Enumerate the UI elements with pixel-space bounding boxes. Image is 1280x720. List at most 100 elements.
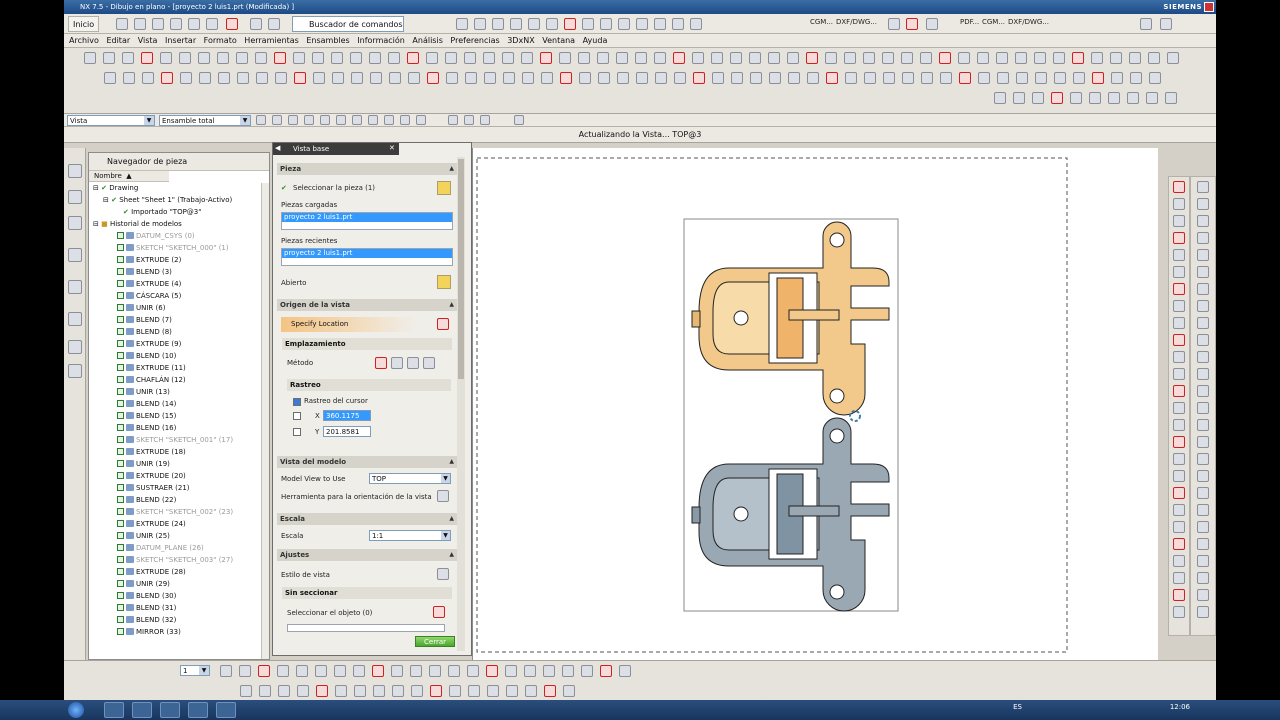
curve-tool-icon[interactable] — [1173, 215, 1185, 227]
drafting-tool-icon[interactable] — [692, 52, 704, 64]
menu-herramientas[interactable]: Herramientas — [244, 34, 299, 48]
drafting-tool-icon[interactable] — [920, 52, 932, 64]
annotation-tool-icon[interactable] — [1035, 72, 1047, 84]
curve-tool-icon[interactable] — [1173, 487, 1185, 499]
drafting-tool-icon[interactable] — [483, 52, 495, 64]
utility-tool-icon[interactable] — [1089, 92, 1101, 104]
drafting-tool-icon[interactable] — [103, 52, 115, 64]
annotation-tool-icon[interactable] — [655, 72, 667, 84]
part-navigator-icon[interactable] — [68, 216, 82, 230]
drafting-tool-icon[interactable] — [217, 52, 229, 64]
view-tool-icon[interactable] — [1197, 232, 1209, 244]
collapse-icon[interactable]: ⊟ — [93, 220, 101, 228]
bottom-tool-icon[interactable] — [411, 685, 423, 697]
visibility-checkbox[interactable] — [117, 436, 124, 443]
annotation-tool-icon[interactable] — [731, 72, 743, 84]
close-window-button[interactable] — [1204, 2, 1214, 12]
new-file-icon[interactable] — [116, 18, 128, 30]
drafting-tool-icon[interactable] — [350, 52, 362, 64]
menu-3dxnx[interactable]: 3DxNX — [507, 34, 534, 48]
menu-preferencias[interactable]: Preferencias — [450, 34, 499, 48]
snap-quadrant-icon[interactable] — [336, 115, 346, 125]
drafting-tool-icon[interactable] — [787, 52, 799, 64]
snap-grid-icon[interactable] — [400, 115, 410, 125]
drafting-tool-icon[interactable] — [1129, 52, 1141, 64]
drafting-tool-icon[interactable] — [274, 52, 286, 64]
annotation-tool-icon[interactable] — [940, 72, 952, 84]
annotation-tool-icon[interactable] — [1092, 72, 1104, 84]
bottom-tool-icon[interactable] — [315, 665, 327, 677]
visibility-checkbox[interactable] — [117, 508, 124, 515]
feature-row[interactable]: BLEND (31) — [91, 602, 269, 614]
subsection-tracking[interactable]: Rastreo — [287, 379, 451, 391]
type-filter-select[interactable]: Vista ▼ — [67, 115, 155, 126]
feature-row[interactable]: UNIR (13) — [91, 386, 269, 398]
annotation-tool-icon[interactable] — [674, 72, 686, 84]
bottom-tool-icon[interactable] — [486, 665, 498, 677]
curve-tool-icon[interactable] — [1173, 606, 1185, 618]
tiff-export-icon[interactable] — [1140, 18, 1152, 30]
annotation-tool-icon[interactable] — [902, 72, 914, 84]
drafting-tool-icon[interactable] — [711, 52, 723, 64]
view-tool-icon[interactable] — [1197, 198, 1209, 210]
bottom-tool-icon[interactable] — [354, 685, 366, 697]
bottom-tool-icon[interactable] — [297, 685, 309, 697]
visibility-checkbox[interactable] — [117, 244, 124, 251]
menu-informacion[interactable]: Información — [357, 34, 405, 48]
drafting-tool-icon[interactable] — [730, 52, 742, 64]
recent-parts-list[interactable]: proyecto 2 luis1.prt — [281, 248, 453, 266]
drafting-tool-icon[interactable] — [844, 52, 856, 64]
visibility-checkbox[interactable] — [117, 352, 124, 359]
line-tool-icon[interactable] — [456, 18, 468, 30]
annotation-tool-icon[interactable] — [693, 72, 705, 84]
curve-tool-icon[interactable] — [1173, 521, 1185, 533]
visibility-checkbox[interactable] — [117, 232, 124, 239]
drafting-tool-icon[interactable] — [521, 52, 533, 64]
bottom-tool-icon[interactable] — [391, 665, 403, 677]
drafting-tool-icon[interactable] — [654, 52, 666, 64]
visibility-checkbox[interactable] — [117, 424, 124, 431]
curve-tool-icon[interactable] — [1173, 317, 1185, 329]
visibility-checkbox[interactable] — [117, 412, 124, 419]
bottom-tool-icon[interactable] — [392, 685, 404, 697]
snap-point-icon[interactable] — [384, 115, 394, 125]
bottom-tool-icon[interactable] — [448, 665, 460, 677]
curve-tool-icon[interactable] — [1173, 589, 1185, 601]
drafting-tool-icon[interactable] — [293, 52, 305, 64]
feature-row[interactable]: EXTRUDE (2) — [91, 254, 269, 266]
utility-tool-icon[interactable] — [1146, 92, 1158, 104]
annotation-tool-icon[interactable] — [826, 72, 838, 84]
curve-tool-icon[interactable] — [1173, 249, 1185, 261]
menu-insertar[interactable]: Insertar — [165, 34, 196, 48]
save-icon[interactable] — [152, 18, 164, 30]
annotation-tool-icon[interactable] — [579, 72, 591, 84]
select-part-button[interactable] — [437, 181, 451, 195]
drafting-tool-icon[interactable] — [597, 52, 609, 64]
feature-row[interactable]: BLEND (30) — [91, 590, 269, 602]
menu-vista[interactable]: Vista — [138, 34, 158, 48]
visibility-checkbox[interactable] — [117, 256, 124, 263]
snap-off-icon[interactable] — [416, 115, 426, 125]
annotation-tool-icon[interactable] — [1149, 72, 1161, 84]
drafting-tool-icon[interactable] — [559, 52, 571, 64]
tree-node-sheet[interactable]: ⊟ ✔ Sheet "Sheet 1" (Trabajo-Activo) — [91, 194, 269, 206]
navigator-scrollbar[interactable] — [261, 183, 269, 659]
annotation-tool-icon[interactable] — [161, 72, 173, 84]
copy-icon[interactable] — [188, 18, 200, 30]
point-dialog-icon[interactable] — [437, 318, 449, 330]
redo-icon[interactable] — [268, 18, 280, 30]
close-button[interactable]: Cerrar — [415, 636, 455, 647]
drafting-tool-icon[interactable] — [540, 52, 552, 64]
annotation-tool-icon[interactable] — [560, 72, 572, 84]
annotation-tool-icon[interactable] — [199, 72, 211, 84]
view-tool-icon[interactable] — [1197, 402, 1209, 414]
feature-row[interactable]: EXTRUDE (24) — [91, 518, 269, 530]
visibility-checkbox[interactable] — [117, 544, 124, 551]
hole-table-icon[interactable] — [654, 18, 666, 30]
start-menu-button[interactable]: Inicio — [68, 16, 100, 32]
feature-row[interactable]: BLEND (15) — [91, 410, 269, 422]
open-folder-button[interactable] — [437, 275, 451, 289]
drafting-tool-icon[interactable] — [939, 52, 951, 64]
jpeg-export-icon[interactable] — [1160, 18, 1172, 30]
view-tool-icon[interactable] — [1197, 555, 1209, 567]
